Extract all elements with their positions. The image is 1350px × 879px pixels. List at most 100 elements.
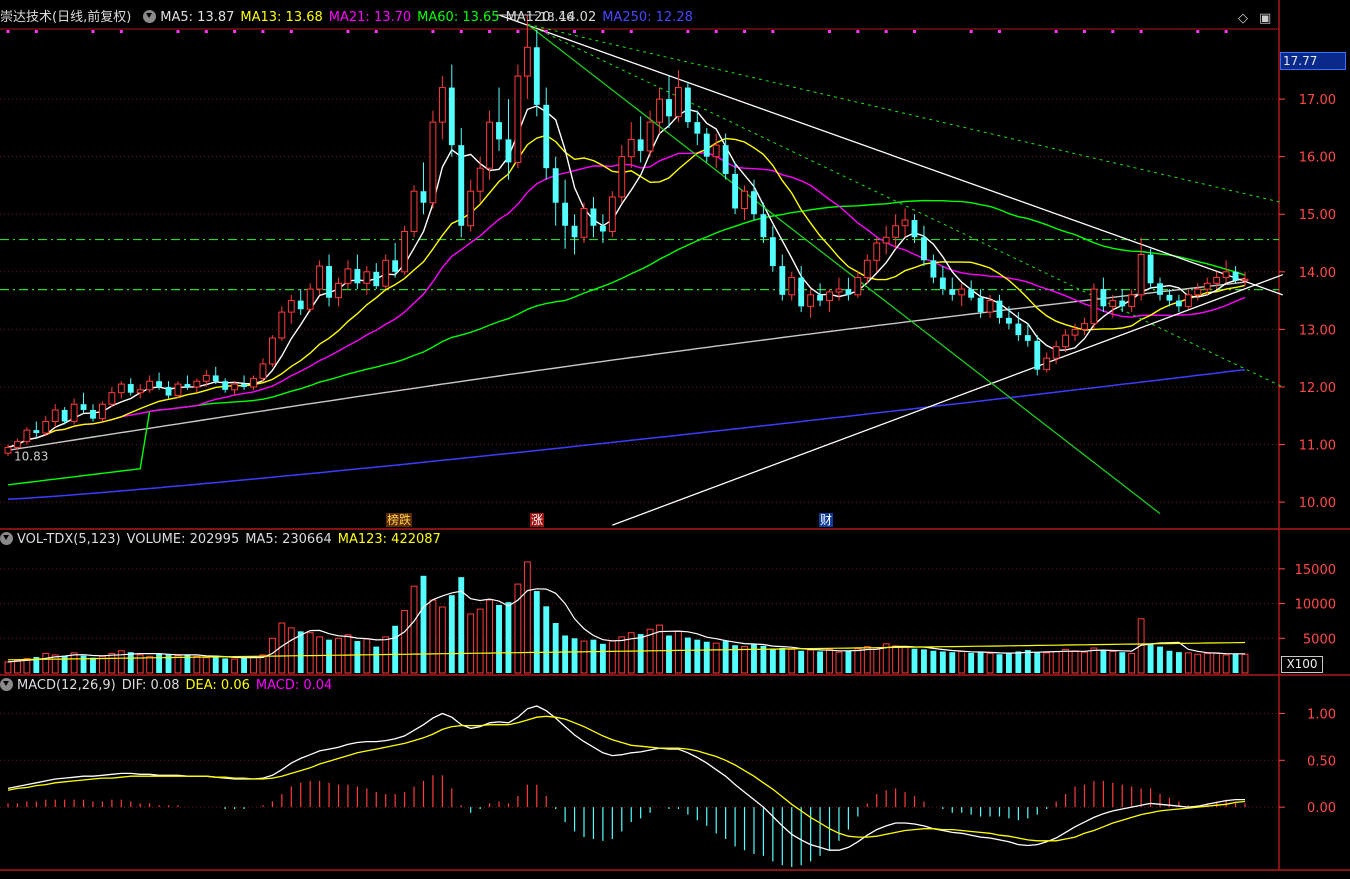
volume-bar-up — [826, 648, 833, 674]
signal-dot — [573, 30, 577, 33]
volume-bar-up — [344, 634, 352, 674]
volume-dropdown-icon[interactable] — [0, 532, 13, 545]
volume-bar-down — [505, 602, 512, 673]
signal-dot — [176, 30, 180, 33]
volume-bar-down — [1015, 651, 1022, 673]
signal-dot — [91, 30, 95, 33]
volume-bar-down — [354, 641, 361, 673]
candle-down — [666, 99, 672, 117]
volume-bar-up — [741, 646, 748, 674]
volume-bar-up — [892, 645, 900, 674]
volume-axis-label: 5000 — [1303, 632, 1336, 647]
macd-axis-label: 1.00 — [1307, 707, 1336, 722]
candle-down — [751, 191, 757, 215]
candle-up — [1137, 254, 1145, 296]
price-axis-label: 15.00 — [1299, 208, 1336, 223]
volume-title[interactable]: VOL-TDX(5,123) — [17, 532, 121, 547]
candle-down — [165, 386, 172, 396]
candle-down — [80, 404, 87, 410]
candle-up — [23, 429, 31, 443]
macd-value: MACD: 0.04 — [255, 678, 333, 693]
candle-up — [1184, 294, 1192, 307]
event-tag-limit-up[interactable]: 涨 — [530, 513, 545, 527]
candle-up — [892, 225, 900, 238]
event-tag-finance[interactable]: 财 — [819, 513, 834, 527]
candle-down — [921, 237, 927, 261]
event-tag-rank[interactable]: 榜跌 — [386, 513, 413, 527]
volume-bar-up — [1043, 652, 1051, 674]
candle-down — [760, 214, 767, 238]
candle-up — [741, 190, 748, 209]
volume-bar-down — [156, 653, 163, 673]
legend-ma13: MA13: 13.68 — [240, 10, 323, 25]
candle-up — [523, 46, 531, 77]
macd-axis-label: 0.50 — [1307, 754, 1336, 769]
legend-ma21: MA21: 13.70 — [328, 10, 412, 25]
kline-chart-canvas[interactable]: 17.00 16.00 15.00 14.00 13.00 12.00 11.00 10.00… — [0, 0, 1350, 875]
candle-up — [117, 383, 125, 394]
volume-bar-down — [930, 650, 937, 673]
legend-ma60: MA60: 13.65 — [417, 10, 500, 25]
candle-down — [184, 384, 191, 387]
signal-dot — [771, 30, 775, 33]
chart-stage[interactable]: 17.00 16.00 15.00 14.00 13.00 12.00 11.00 10.00… — [0, 0, 1350, 875]
candle-up — [108, 392, 116, 405]
candle-up — [70, 403, 78, 422]
candle-up — [401, 231, 409, 273]
candle-up — [580, 207, 588, 238]
volume-bar-up — [854, 648, 862, 674]
candle-up — [1062, 334, 1070, 348]
volume-bar-down — [373, 646, 380, 673]
signal-dot — [629, 30, 633, 33]
diamond-icon[interactable]: ◇ — [1238, 11, 1248, 26]
macd-dif: DIF: 0.08 — [121, 678, 180, 693]
price-axis-label: 11.00 — [1299, 439, 1336, 454]
volume-bar-down — [1006, 652, 1012, 673]
volume-bar-up — [1109, 650, 1117, 674]
candle-down — [241, 384, 247, 387]
signal-dot — [1139, 30, 1143, 33]
macd-dif-line — [7, 705, 1245, 851]
stock-title[interactable]: 崇达技术(日线,前复权) — [0, 10, 131, 25]
volume-bar-up — [476, 608, 484, 674]
volume-bar-down — [911, 648, 918, 673]
volume-bar-up — [835, 651, 843, 674]
candle-up — [788, 277, 796, 296]
candle-down — [533, 47, 540, 105]
volume-bar-down — [533, 591, 540, 673]
candle-up — [306, 288, 314, 310]
volume-bar-down — [222, 658, 229, 673]
volume-bar-up — [429, 599, 437, 674]
macd-dea-line — [7, 715, 1246, 842]
volume-bar-down — [448, 595, 455, 673]
candle-down — [373, 271, 380, 287]
volume-bar-up — [1184, 652, 1192, 674]
signal-dot — [884, 30, 888, 33]
macd-title[interactable]: MACD(12,26,9) — [17, 678, 116, 693]
legend-ma250: MA250: 12.28 — [602, 10, 693, 25]
volume-bar-up — [958, 650, 966, 674]
candle-up — [363, 271, 371, 284]
volume-bar-down — [637, 634, 644, 673]
macd-dropdown-icon[interactable] — [0, 678, 13, 691]
volume-bar-up — [1090, 647, 1098, 674]
candle-up — [259, 363, 267, 379]
volume-bar-up — [70, 652, 78, 674]
window-icon[interactable]: ▣ — [1259, 11, 1271, 26]
volume-bar-down — [590, 639, 597, 673]
signal-dot — [1082, 30, 1086, 33]
candle-down — [798, 277, 805, 307]
ma60-line — [7, 199, 1246, 486]
dropdown-icon[interactable] — [143, 10, 157, 23]
volume-bar-up — [807, 649, 815, 674]
volume-bar-down — [977, 652, 984, 673]
candle-up — [136, 389, 144, 394]
volume-bar-down — [817, 651, 824, 673]
volume-bar-up — [287, 627, 295, 674]
volume-bar-down — [1119, 652, 1126, 673]
volume-bar-up — [42, 653, 50, 674]
candle-down — [420, 191, 427, 203]
candle-up — [344, 268, 352, 284]
price-axis-label: 16.00 — [1299, 151, 1336, 166]
volume-bar-down — [297, 631, 304, 673]
